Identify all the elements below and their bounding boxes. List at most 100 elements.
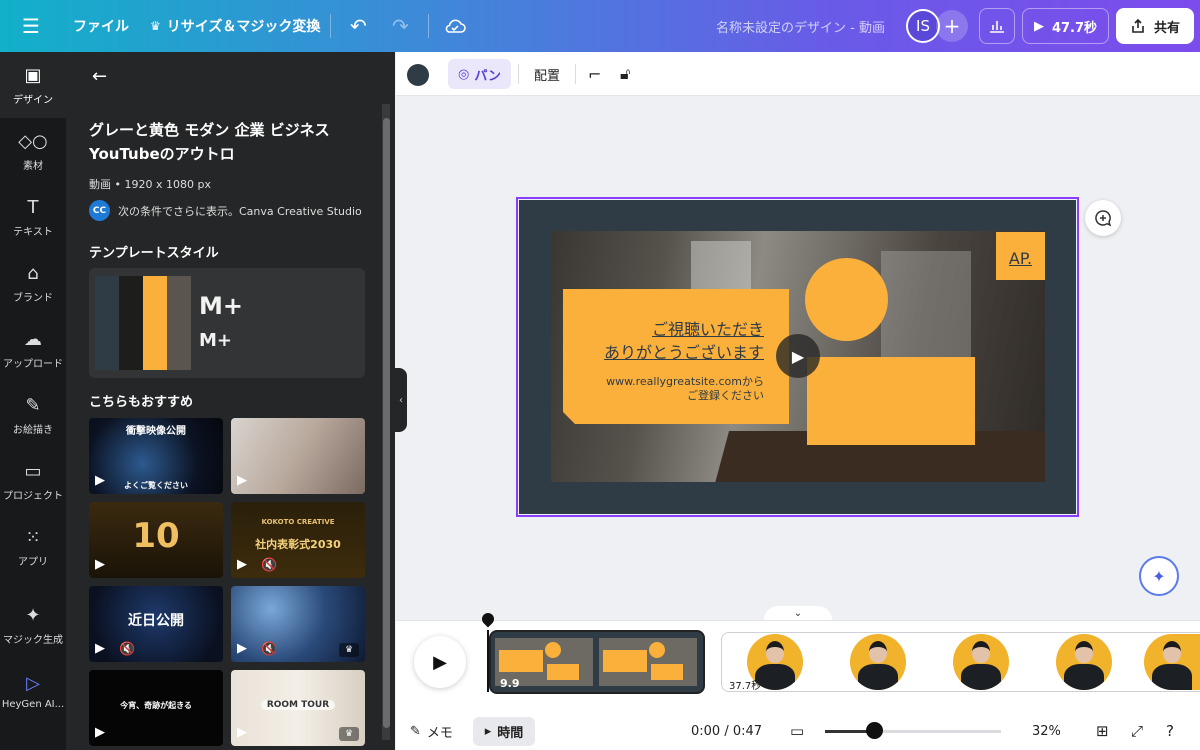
comment-add-icon[interactable] — [1085, 200, 1121, 236]
rail-item-brand[interactable]: ⌂ ブランド — [0, 250, 66, 316]
template-thumb[interactable]: KOKOTO CREATIVE 社内表彰式2030 ▶ 🔇 — [231, 502, 365, 578]
resize-magic-button[interactable]: ♛ リサイズ＆マジック変換 — [150, 0, 320, 52]
undo-icon[interactable]: ↶ — [350, 0, 367, 52]
folder-icon: ▭ — [24, 460, 42, 482]
section-title: テンプレートスタイル — [89, 246, 219, 261]
pan-button[interactable]: ◎ パン — [448, 59, 511, 89]
rail-label: HeyGen AI... — [1, 698, 65, 710]
rail-item-apps[interactable]: ⁙ アプリ — [0, 514, 66, 580]
template-thumb[interactable]: ▶ — [231, 418, 365, 494]
draw-icon: ✎ — [25, 394, 41, 416]
share-button[interactable]: 共有 — [1116, 8, 1194, 44]
suit — [1152, 664, 1192, 690]
subscribe-text[interactable]: www.reallygreatsite.comから ご登録ください — [566, 375, 764, 403]
rail-item-upload[interactable]: ☁ アップロード — [0, 316, 66, 382]
rail-item-elements[interactable]: ◇○ 素材 — [0, 118, 66, 184]
timeline-clip[interactable] — [489, 630, 705, 694]
heygen-icon: ▷ — [26, 672, 40, 694]
rail-label: ブランド — [13, 292, 53, 304]
frame-box — [499, 650, 543, 672]
grid-view-icon[interactable]: ⊞ — [1096, 712, 1109, 750]
rail-item-heygen[interactable]: ▷ HeyGen AI... — [0, 658, 66, 724]
paint-roller-icon[interactable]: ⌐ — [588, 52, 601, 96]
heading-font-sample: M+ — [199, 292, 243, 320]
video-play-icon[interactable]: ▶ — [776, 334, 820, 378]
frame-rect — [547, 664, 579, 680]
back-arrow-icon[interactable]: ← — [92, 66, 107, 87]
context-toolbar: ◎ パン 配置 ⌐ 🔓︎ — [396, 52, 1200, 96]
rail-item-text[interactable]: T テキスト — [0, 184, 66, 250]
timecode: 0:00 / 0:47 — [691, 723, 763, 739]
frame-circle — [649, 642, 665, 658]
resize-label: リサイズ＆マジック変換 — [166, 19, 321, 35]
thumb-sub: KOKOTO CREATIVE — [261, 518, 335, 526]
panel-scroll-thumb[interactable] — [383, 118, 390, 728]
rail-item-design[interactable]: ▣ デザイン — [0, 52, 66, 118]
head — [869, 641, 887, 663]
frame-rect — [651, 664, 683, 680]
lock-icon[interactable]: 🔓︎ — [620, 52, 630, 96]
timing-button[interactable]: ▸ 時間 — [473, 717, 535, 746]
rail-item-magic[interactable]: ✦ マジック生成 — [0, 592, 66, 658]
mute-icon: 🔇 — [261, 558, 278, 573]
text-icon: T — [27, 196, 39, 218]
playhead[interactable] — [487, 630, 489, 692]
avatar[interactable]: IS — [906, 9, 940, 43]
help-icon[interactable]: ? — [1166, 712, 1174, 750]
play-icon: ▶ — [237, 557, 247, 572]
template-style-card[interactable]: M+ M+ — [89, 268, 365, 378]
template-thumb[interactable]: ▶ 🔇 ♛ — [231, 586, 365, 662]
rail-item-draw[interactable]: ✎ お絵描き — [0, 382, 66, 448]
play-icon: ▶ — [1033, 18, 1044, 34]
magic-assistant-icon[interactable]: ✦ — [1139, 556, 1179, 596]
collapse-panel-button[interactable]: ‹ — [395, 368, 407, 432]
present-button[interactable]: ▶ 47.7秒 — [1022, 8, 1109, 44]
mute-icon: 🔇 — [119, 642, 136, 657]
creator-badge: CC — [89, 200, 110, 221]
hamburger-icon[interactable]: ☰ — [22, 0, 40, 52]
yellow-rectangle[interactable] — [807, 357, 975, 445]
creator-link[interactable]: CC 次の条件でさらに表示。Canva Creative Studio — [89, 200, 362, 221]
design-title[interactable]: 名称未設定のデザイン - 動画 — [716, 0, 885, 52]
body-font-sample: M+ — [199, 330, 232, 351]
template-thumb[interactable]: 10 ▶ — [89, 502, 223, 578]
file-menu[interactable]: ファイル — [73, 0, 129, 52]
shapes-icon: ◇○ — [18, 130, 48, 152]
template-thumb[interactable]: 今宵、奇跡が起きる ▶ — [89, 670, 223, 746]
yellow-circle[interactable] — [805, 258, 888, 341]
color-swatch — [167, 276, 191, 370]
template-meta: 動画 • 1920 x 1080 px — [89, 178, 211, 191]
magic-icon: ✦ — [25, 604, 41, 626]
color-swatch — [143, 276, 167, 370]
rail-item-projects[interactable]: ▭ プロジェクト — [0, 448, 66, 514]
rail-label: アップロード — [3, 358, 63, 370]
subscribe-line-1: www.reallygreatsite.comから — [606, 375, 764, 388]
insights-icon[interactable] — [979, 8, 1015, 44]
thanks-heading[interactable]: ご視聴いただき ありがとうございます — [566, 318, 764, 364]
page-view-icon[interactable]: ▭ — [790, 712, 804, 750]
redo-icon[interactable]: ↷ — [392, 0, 409, 52]
upload-icon: ☁ — [24, 328, 42, 350]
play-icon: ▶ — [237, 641, 247, 656]
template-thumb[interactable]: ROOM TOUR ▶ ♛ — [231, 670, 365, 746]
timeline-play-icon[interactable]: ▶ — [414, 636, 466, 688]
template-thumb[interactable]: 衝撃映像公開 よくご覧ください ▶ — [89, 418, 223, 494]
zoom-level[interactable]: 32% — [1032, 712, 1061, 750]
template-thumb[interactable]: 近日公開 ▶ 🔇 — [89, 586, 223, 662]
divider — [330, 14, 331, 38]
logo-text[interactable]: AP. — [996, 232, 1045, 280]
divider — [428, 14, 429, 38]
color-swatch — [119, 276, 143, 370]
add-collaborator-button[interactable]: + — [936, 10, 968, 42]
arrange-button[interactable]: 配置 — [534, 52, 560, 96]
left-rail: ▣ デザイン ◇○ 素材 T テキスト ⌂ ブランド ☁ アップロード ✎ お絵… — [0, 52, 66, 750]
timer-icon: ▸ — [484, 724, 492, 739]
fullscreen-icon[interactable]: ⤢ — [1131, 712, 1143, 750]
cloud-save-icon[interactable] — [444, 0, 466, 52]
presenter-frame — [1056, 634, 1112, 690]
color-picker[interactable] — [407, 64, 429, 86]
notes-label: メモ — [426, 725, 453, 741]
notes-button[interactable]: ✎ メモ — [410, 712, 453, 750]
thumb-title: 今宵、奇跡が起きる — [120, 701, 192, 710]
suit — [858, 664, 898, 690]
